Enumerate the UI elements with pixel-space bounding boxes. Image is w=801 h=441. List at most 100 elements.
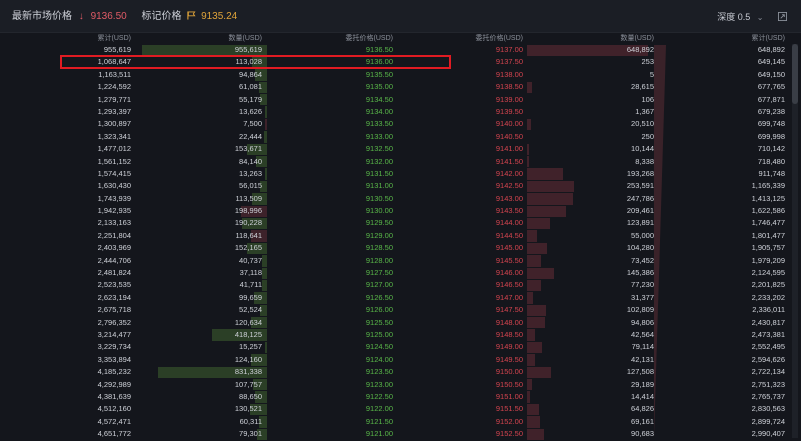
ask-cumulative: 1,905,757 xyxy=(751,243,785,253)
table-row[interactable]: 1,293,397 13,626 9134.00 9139.50 1,367 679,23… xyxy=(0,106,801,118)
ask-depth-bar xyxy=(527,205,567,217)
ask-cumulative: 710,142 xyxy=(757,144,785,154)
bid-cumulative: 1,561,152 xyxy=(97,156,131,166)
table-row[interactable]: 1,477,012 153,671 9132.50 9141.00 10,144 710,… xyxy=(0,143,801,156)
bid-price: 9135.00 xyxy=(365,82,393,92)
ask-price: 9141.50 xyxy=(495,156,523,166)
table-row[interactable]: 1,630,430 56,015 9131.00 9142.50 253,591 1,16… xyxy=(0,180,801,193)
table-row[interactable]: 1,300,897 7,500 9133.50 9140.00 20,510 699,74… xyxy=(0,118,801,131)
bid-depth-bar xyxy=(261,279,267,292)
ask-quantity: 145,386 xyxy=(626,268,654,278)
scrollbar-thumb[interactable] xyxy=(792,44,798,104)
table-row[interactable]: 4,572,471 60,311 9121.50 9152.00 69,161 2,899… xyxy=(0,416,801,428)
table-row[interactable]: 1,574,415 13,263 9131.50 9142.00 193,268 911,… xyxy=(0,168,801,180)
table-row[interactable]: 1,224,592 61,081 9135.00 9138.50 28,615 677,7… xyxy=(0,81,801,94)
ask-price: 9138.50 xyxy=(495,82,523,92)
table-row[interactable]: 3,353,894 124,160 9124.00 9149.50 42,131 2,59… xyxy=(0,354,801,366)
table-row[interactable]: 4,512,160 130,521 9122.00 9151.50 64,826 2,83… xyxy=(0,403,801,416)
table-row[interactable]: 2,481,824 37,118 9127.50 9146.00 145,386 2,12… xyxy=(0,267,801,279)
table-row[interactable]: 3,214,477 418,125 9125.00 9148.50 42,564 2,47… xyxy=(0,329,801,341)
table-row[interactable]: 2,796,352 120,634 9125.50 9148.00 94,806 2,43… xyxy=(0,317,801,329)
bid-quantity: 88,650 xyxy=(239,391,262,401)
bid-cumulative: 1,323,341 xyxy=(97,131,131,141)
ask-depth-bar xyxy=(527,292,533,304)
ask-price: 9137.50 xyxy=(495,57,523,67)
table-row[interactable]: 1,323,341 22,444 9133.00 9140.50 250 699,998 xyxy=(0,131,801,143)
ask-price: 9139.00 xyxy=(495,94,523,104)
bid-price: 9133.50 xyxy=(365,119,393,129)
bid-price: 9125.00 xyxy=(365,329,393,339)
bid-price: 9130.00 xyxy=(365,206,393,216)
expand-icon[interactable] xyxy=(778,12,787,21)
ask-cumulative: 2,552,495 xyxy=(751,342,785,352)
orderbook-table: 累计(USD) 数量(USD) 委托价格(USD) 委托价格(USD) 数量(U… xyxy=(0,33,801,441)
bid-quantity: 52,524 xyxy=(239,305,262,315)
bid-cumulative: 4,572,471 xyxy=(97,416,131,426)
bid-cumulative: 1,279,771 xyxy=(97,94,131,104)
table-row[interactable]: 2,403,969 152,165 9128.50 9145.00 104,280 1,9… xyxy=(0,242,801,255)
table-row[interactable]: 2,523,535 41,711 9127.00 9146.50 77,230 2,201… xyxy=(0,279,801,292)
table-row[interactable]: 1,279,771 55,179 9134.50 9139.00 106 677,871 xyxy=(0,94,801,106)
scrollbar[interactable] xyxy=(792,44,798,438)
ask-cumulative: 1,622,586 xyxy=(751,206,785,216)
bid-cumulative: 1,224,592 xyxy=(97,82,131,92)
ask-quantity: 94,806 xyxy=(631,317,654,327)
table-row[interactable]: 2,444,706 40,737 9128.00 9145.50 73,452 1,979… xyxy=(0,255,801,267)
ask-quantity: 42,131 xyxy=(631,354,654,364)
table-row[interactable]: 2,133,163 190,228 9129.50 9144.00 123,891 1,7… xyxy=(0,217,801,230)
ask-price: 9143.50 xyxy=(495,206,523,216)
table-row[interactable]: 1,163,511 94,864 9135.50 9138.00 5 649,150 xyxy=(0,69,801,81)
ask-quantity: 106 xyxy=(641,94,654,104)
table-row[interactable]: 2,251,804 118,641 9129.00 9144.50 55,000 1,80… xyxy=(0,230,801,242)
price-summary: 最新市场价格 ↓ 9136.50 标记价格 9135.24 xyxy=(12,11,237,23)
ask-depth-bar xyxy=(527,143,529,156)
ask-quantity: 79,114 xyxy=(631,342,654,352)
table-row[interactable]: 1,942,935 198,996 9130.00 9143.50 209,461 1,6… xyxy=(0,205,801,217)
column-header-ask-cumulative: 累计(USD) xyxy=(751,35,785,42)
table-row[interactable]: 4,292,989 107,757 9123.00 9150.50 29,189 2,75… xyxy=(0,379,801,391)
bid-cumulative: 2,403,969 xyxy=(97,243,131,253)
bid-quantity: 118,641 xyxy=(235,230,262,240)
bid-price: 9126.00 xyxy=(365,305,393,315)
ask-cumulative: 1,979,209 xyxy=(751,255,785,265)
table-row[interactable]: 3,229,734 15,257 9124.50 9149.00 79,114 2,552… xyxy=(0,341,801,354)
ask-depth-bar xyxy=(527,81,533,94)
bid-price: 9135.50 xyxy=(365,69,393,79)
ask-cumulative: 1,801,477 xyxy=(751,230,785,240)
table-row[interactable]: 4,651,772 79,301 9121.00 9152.50 90,683 2,990… xyxy=(0,428,801,440)
table-row[interactable]: 4,185,232 831,338 9123.50 9150.00 127,508 2,7… xyxy=(0,366,801,379)
ask-cumulative: 2,336,011 xyxy=(752,305,785,315)
bid-quantity: 153,671 xyxy=(234,144,262,154)
ask-cumulative: 2,751,323 xyxy=(751,379,785,389)
depth-select[interactable]: 深度 0.5 xyxy=(717,12,750,22)
ask-quantity: 250 xyxy=(641,131,654,141)
market-price-value: 9136.50 xyxy=(90,11,127,22)
bid-cumulative: 4,381,639 xyxy=(97,391,131,401)
ask-price: 9140.50 xyxy=(495,131,523,141)
bid-price: 9134.50 xyxy=(365,94,393,104)
ask-quantity: 42,564 xyxy=(631,329,654,339)
ask-depth-bar xyxy=(527,403,540,416)
table-row[interactable]: 2,675,718 52,524 9126.00 9147.50 102,809 2,33… xyxy=(0,304,801,317)
bid-price: 9128.00 xyxy=(365,255,393,265)
chevron-down-icon[interactable]: ⌄ xyxy=(757,13,764,22)
ask-depth-bar xyxy=(527,255,541,267)
ask-cumulative: 2,473,381 xyxy=(751,329,785,339)
table-row[interactable]: 4,381,639 88,650 9122.50 9151.00 14,414 2,765… xyxy=(0,391,801,403)
ask-depth-bar xyxy=(527,329,535,341)
column-header-bid-cumulative: 累计(USD) xyxy=(97,35,131,42)
ask-depth-bar xyxy=(527,428,544,440)
table-row[interactable]: 1,561,152 84,140 9132.00 9141.50 8,338 718,48… xyxy=(0,156,801,168)
ask-price: 9147.50 xyxy=(495,305,523,315)
bid-price: 9121.50 xyxy=(365,416,393,426)
bid-cumulative: 3,353,894 xyxy=(97,354,131,364)
ask-quantity: 5 xyxy=(649,69,654,79)
table-row[interactable]: 2,623,194 99,659 9126.50 9147.00 31,377 2,233… xyxy=(0,292,801,304)
ask-quantity: 28,615 xyxy=(631,82,654,92)
bid-cumulative: 1,942,935 xyxy=(97,206,131,216)
table-row[interactable]: 1,743,939 113,509 9130.50 9143.00 247,786 1,4… xyxy=(0,193,801,205)
bid-quantity: 55,179 xyxy=(239,94,262,104)
bid-quantity: 831,338 xyxy=(234,367,262,377)
bid-depth-bar xyxy=(265,118,267,131)
ask-cumulative: 2,830,563 xyxy=(751,404,785,414)
